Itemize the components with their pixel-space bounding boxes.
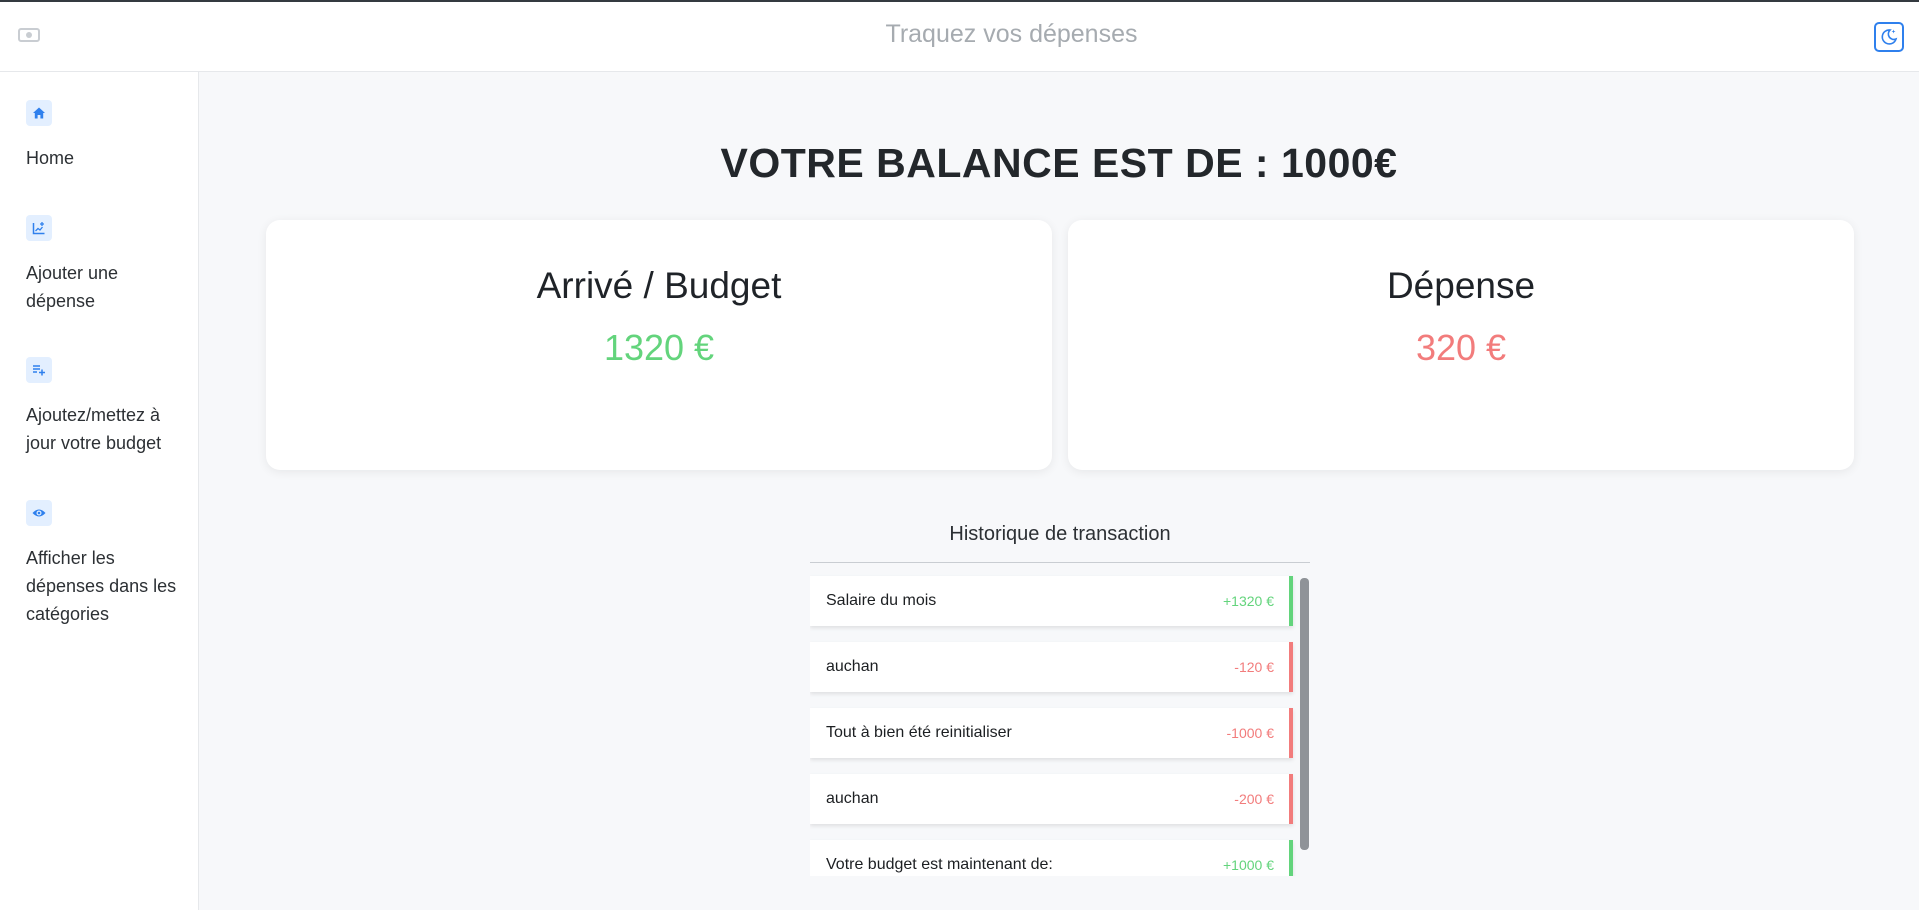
budget-card-title: Arrivé / Budget	[536, 265, 782, 306]
sidebar-item-label: Afficher les dépenses dans les catégorie…	[26, 548, 177, 624]
expense-card-title: Dépense	[1386, 265, 1536, 306]
eye-icon	[26, 500, 52, 526]
playlist-add-icon	[26, 357, 52, 383]
chart-add-icon	[26, 215, 52, 241]
theme-toggle-button[interactable]	[1874, 22, 1904, 52]
transaction-item[interactable]: Tout à bien été reinitialiser -1000 €	[810, 708, 1293, 758]
transaction-amount: -120 €	[1234, 659, 1274, 675]
sidebar-item-add-expense[interactable]: Ajouter une dépense	[26, 215, 186, 315]
transaction-label: Tout à bien été reinitialiser	[826, 724, 1012, 741]
transaction-label: auchan	[826, 658, 879, 675]
transaction-amount: +1320 €	[1223, 593, 1274, 609]
income-indicator	[1289, 576, 1293, 626]
expense-indicator	[1289, 774, 1293, 824]
sidebar-item-home[interactable]: Home	[26, 100, 186, 172]
sidebar: Home Ajouter une dépense Ajoutez/mettez …	[0, 72, 199, 910]
moon-stars-icon	[1881, 29, 1898, 45]
transaction-item[interactable]: auchan -120 €	[810, 642, 1293, 692]
history-title: Historique de transaction	[949, 523, 1171, 545]
balance-heading: VOTRE BALANCE EST DE : 1000€	[720, 140, 1398, 186]
transaction-item[interactable]: auchan -200 €	[810, 774, 1293, 824]
transaction-item[interactable]: Salaire du mois +1320 €	[810, 576, 1293, 626]
expense-amount: 320 €	[1415, 327, 1507, 368]
scrollbar-thumb[interactable]	[1300, 578, 1309, 850]
transaction-amount: -1000 €	[1226, 725, 1274, 741]
expense-indicator	[1289, 642, 1293, 692]
transaction-label: auchan	[826, 790, 879, 807]
sidebar-item-label: Ajouter une dépense	[26, 263, 119, 311]
sidebar-item-label: Home	[26, 148, 75, 168]
sidebar-item-update-budget[interactable]: Ajoutez/mettez à jour votre budget	[26, 357, 186, 457]
budget-amount: 1320 €	[603, 327, 715, 368]
app-title: Traquez vos dépenses	[885, 20, 1138, 48]
expense-card: Dépense 320 €	[1068, 220, 1854, 470]
income-indicator	[1289, 840, 1293, 876]
expense-indicator	[1289, 708, 1293, 758]
history-divider	[810, 562, 1310, 563]
transaction-label: Votre budget est maintenant de:	[826, 856, 1053, 873]
sidebar-item-label: Ajoutez/mettez à jour votre budget	[26, 405, 162, 453]
home-icon	[26, 100, 52, 126]
transaction-amount: -200 €	[1234, 791, 1274, 807]
transaction-label: Salaire du mois	[826, 592, 937, 609]
app-header: Traquez vos dépenses	[0, 2, 1919, 72]
transaction-item[interactable]: Votre budget est maintenant de: +1000 €	[810, 840, 1293, 876]
budget-card: Arrivé / Budget 1320 €	[266, 220, 1052, 470]
transaction-amount: +1000 €	[1223, 857, 1274, 873]
sidebar-item-categories[interactable]: Afficher les dépenses dans les catégorie…	[26, 500, 186, 628]
transaction-list: Salaire du mois +1320 € auchan -120 € To…	[810, 574, 1310, 876]
